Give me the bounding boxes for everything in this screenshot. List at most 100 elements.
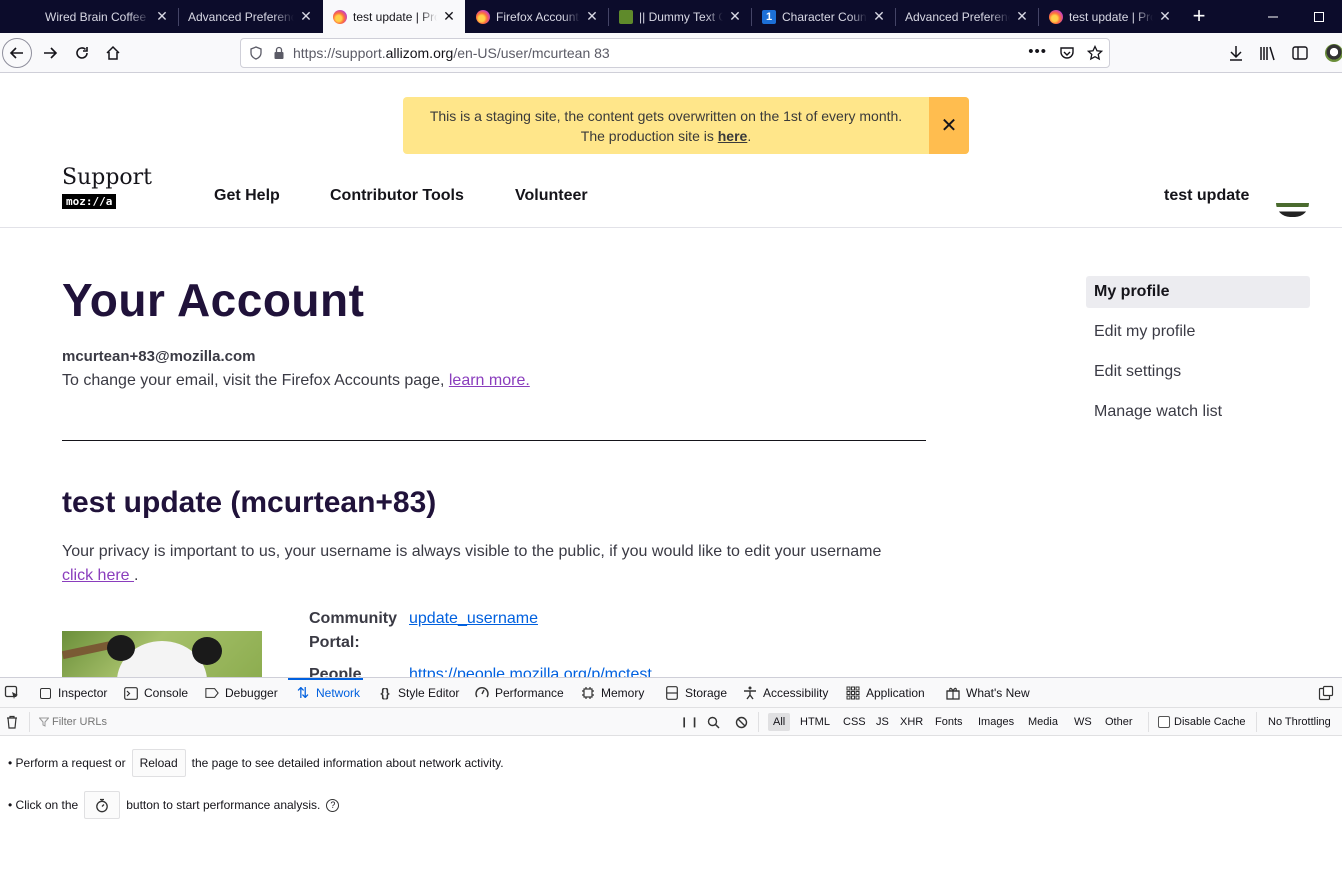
mozilla-logo[interactable]: moz://a bbox=[62, 194, 117, 209]
filter-all[interactable]: All bbox=[768, 713, 791, 731]
filter-images[interactable]: Images bbox=[973, 713, 1019, 731]
sidebar-item-watch-list[interactable]: Manage watch list bbox=[1086, 396, 1310, 428]
browser-tab[interactable]: Advanced Preferences ✕ bbox=[178, 0, 322, 33]
profile-field-label: Community Portal: bbox=[309, 607, 397, 655]
filter-css[interactable]: CSS bbox=[838, 713, 871, 731]
account-avatar-icon[interactable] bbox=[1325, 44, 1342, 62]
tab-label: Accessibility bbox=[763, 686, 829, 700]
tab-network[interactable]: ⇅ Network bbox=[287, 678, 364, 708]
filter-xhr[interactable]: XHR bbox=[895, 713, 928, 731]
element-picker-button[interactable] bbox=[4, 678, 20, 708]
tab-title: test update | Profile bbox=[353, 9, 437, 24]
tab-style-editor[interactable]: {} Style Editor bbox=[378, 678, 459, 708]
tab-whats-new[interactable]: What's New bbox=[946, 678, 1030, 708]
firefox-icon bbox=[476, 9, 490, 24]
pause-recording-button[interactable]: ❙❙ bbox=[680, 708, 701, 736]
tab-performance[interactable]: Performance bbox=[475, 678, 564, 708]
tab-title: Advanced Preferences bbox=[188, 9, 294, 24]
tab-application[interactable]: Application bbox=[846, 678, 925, 708]
tab-close-icon[interactable]: ✕ bbox=[580, 8, 604, 25]
page-actions-icon[interactable]: ••• bbox=[1028, 43, 1047, 60]
sidebar-item-edit-settings[interactable]: Edit settings bbox=[1086, 356, 1310, 388]
block-requests-button[interactable] bbox=[735, 708, 748, 736]
disable-cache-checkbox[interactable]: Disable Cache bbox=[1158, 708, 1246, 736]
banner-line-1: This is a staging site, the content gets… bbox=[429, 108, 903, 124]
account-email: mcurtean+83@mozilla.com bbox=[62, 348, 256, 365]
reload-button[interactable] bbox=[68, 39, 96, 67]
tab-inspector[interactable]: Inspector bbox=[38, 678, 107, 708]
avatar[interactable] bbox=[1276, 203, 1309, 217]
maximize-button[interactable] bbox=[1296, 0, 1342, 33]
browser-tab[interactable]: 1 Character Counter ✕ bbox=[752, 0, 895, 33]
filter-html[interactable]: HTML bbox=[795, 713, 835, 731]
downloads-button[interactable] bbox=[1222, 39, 1250, 67]
tab-debugger[interactable]: Debugger bbox=[205, 678, 278, 708]
message-text: • Click on the bbox=[8, 798, 79, 812]
people-link[interactable]: https://people.mozilla.org/p/mctest bbox=[409, 663, 652, 677]
browser-tab[interactable]: || Dummy Text Generator ✕ bbox=[609, 0, 751, 33]
tab-close-icon[interactable]: ✕ bbox=[723, 8, 747, 25]
element-picker-icon bbox=[4, 685, 18, 699]
tab-close-icon[interactable]: ✕ bbox=[867, 8, 891, 25]
clear-button[interactable] bbox=[6, 708, 18, 736]
tab-title: Character Counter bbox=[782, 9, 867, 24]
forward-button[interactable] bbox=[36, 39, 64, 67]
close-icon[interactable]: ✕ bbox=[929, 97, 969, 154]
filter-ws[interactable]: WS bbox=[1069, 713, 1097, 731]
tab-close-icon[interactable]: ✕ bbox=[1010, 8, 1034, 25]
tab-title: || Dummy Text Generator bbox=[639, 9, 723, 24]
tab-title: test update | Profile bbox=[1069, 9, 1153, 24]
production-site-link[interactable]: here bbox=[718, 128, 748, 144]
tab-memory[interactable]: Memory bbox=[581, 678, 644, 708]
filter-media[interactable]: Media bbox=[1023, 713, 1063, 731]
new-tab-button[interactable]: + bbox=[1186, 3, 1212, 29]
browser-tab[interactable]: test update | Profile ✕ bbox=[1039, 0, 1181, 33]
sidebar-toggle-button[interactable] bbox=[1286, 39, 1314, 67]
filter-fonts[interactable]: Fonts bbox=[930, 713, 968, 731]
label-line: People bbox=[309, 666, 362, 677]
throttling-select[interactable]: No Throttling bbox=[1268, 708, 1331, 736]
browser-tab[interactable]: Advanced Preferences ✕ bbox=[895, 0, 1038, 33]
learn-more-link[interactable]: learn more. bbox=[449, 372, 530, 389]
browser-tab-active[interactable]: test update | Profile ✕ bbox=[323, 0, 465, 33]
tab-console[interactable]: Console bbox=[124, 678, 188, 708]
sidebar-item-edit-profile[interactable]: Edit my profile bbox=[1086, 316, 1310, 348]
dock-options-button[interactable] bbox=[1318, 678, 1334, 708]
home-button[interactable] bbox=[99, 39, 127, 67]
tab-close-icon[interactable]: ✕ bbox=[294, 8, 318, 25]
sidebar-item-my-profile[interactable]: My profile bbox=[1086, 276, 1310, 308]
tab-accessibility[interactable]: Accessibility bbox=[743, 678, 828, 708]
back-button[interactable] bbox=[2, 38, 32, 68]
edit-username-link[interactable]: click here bbox=[62, 567, 134, 584]
nav-get-help[interactable]: Get Help bbox=[214, 187, 280, 205]
performance-icon bbox=[475, 686, 489, 700]
browser-tab[interactable]: Firefox Accounts ✕ bbox=[466, 0, 608, 33]
help-icon[interactable]: ? bbox=[326, 798, 340, 812]
firefox-icon bbox=[1049, 9, 1063, 24]
minimize-button[interactable] bbox=[1250, 0, 1296, 33]
shield-icon bbox=[250, 46, 262, 60]
page-title: Your Account bbox=[62, 274, 365, 326]
tab-storage[interactable]: Storage bbox=[665, 678, 727, 708]
filter-urls-input[interactable] bbox=[36, 713, 656, 731]
filter-js[interactable]: JS bbox=[871, 713, 894, 731]
reload-button[interactable]: Reload bbox=[131, 749, 186, 777]
browser-tab[interactable]: Wired Brain Coffee ✕ bbox=[35, 0, 178, 33]
start-performance-button[interactable] bbox=[84, 791, 121, 819]
tab-close-icon[interactable]: ✕ bbox=[437, 8, 461, 25]
profile-heading: test update (mcurtean+83) bbox=[62, 486, 437, 519]
library-button[interactable] bbox=[1254, 39, 1282, 67]
url-path: /en-US/user/mcurtean 83 bbox=[453, 45, 610, 61]
support-logo-text[interactable]: Support bbox=[62, 165, 152, 190]
nav-volunteer[interactable]: Volunteer bbox=[515, 187, 588, 205]
user-menu-name[interactable]: test update bbox=[1164, 187, 1249, 205]
address-bar[interactable]: https://support. allizom.org/en-US/user/m… bbox=[240, 38, 1110, 68]
nav-contributor-tools[interactable]: Contributor Tools bbox=[330, 187, 464, 205]
tab-close-icon[interactable]: ✕ bbox=[150, 8, 174, 25]
community-portal-link[interactable]: update_username bbox=[409, 607, 538, 631]
search-button[interactable] bbox=[707, 708, 720, 736]
filter-other[interactable]: Other bbox=[1100, 713, 1138, 731]
tab-close-icon[interactable]: ✕ bbox=[1153, 8, 1177, 25]
profile-field-label: People bbox=[309, 663, 361, 677]
download-icon bbox=[1230, 46, 1242, 61]
